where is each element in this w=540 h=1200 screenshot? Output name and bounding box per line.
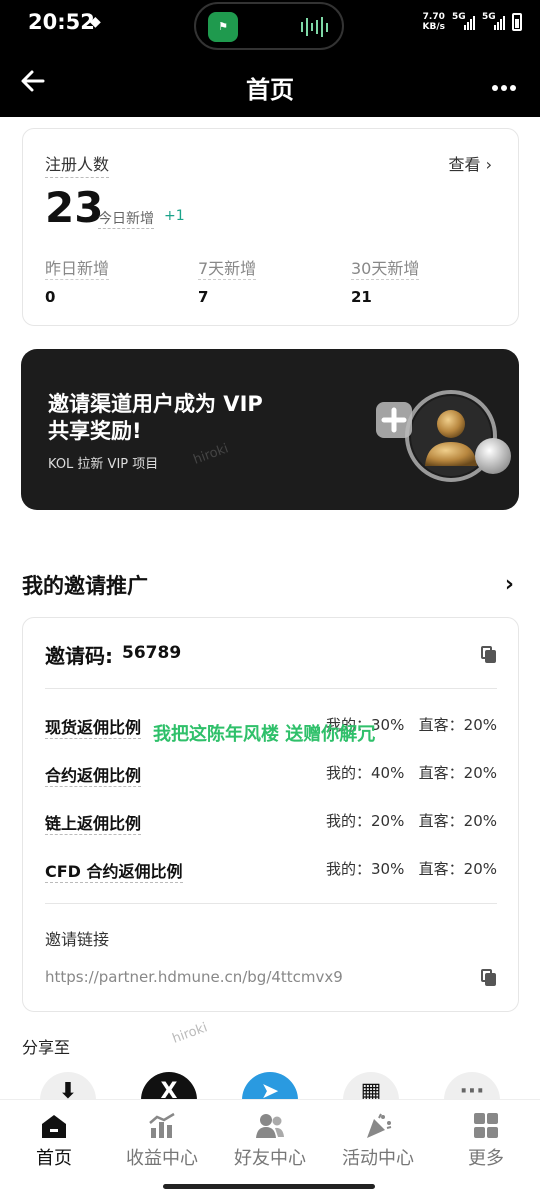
invite-code-label: 邀请码: [45, 644, 113, 668]
network-speed-unit: KB/s [422, 22, 445, 32]
invite-code-value: 56789 [122, 643, 182, 663]
friends-icon [256, 1114, 284, 1138]
rate-values: 我的：20% 直客：20% [326, 812, 497, 830]
signal-icon: 5G [452, 12, 475, 30]
home-indicator[interactable] [163, 1184, 375, 1189]
stack-icon: ◆ [90, 14, 101, 30]
banner-title-line1: 邀请渠道用户成为 VIP [48, 392, 263, 416]
rate-name: 合约返佣比例 [45, 762, 142, 787]
copy-link-icon[interactable] [481, 969, 497, 987]
share-label: 分享至 [22, 1038, 71, 1057]
registrations-count: 23 [45, 183, 104, 232]
add-user-badge-icon [376, 390, 511, 482]
rate-name: CFD 合约返佣比例 [45, 858, 183, 883]
divider [45, 688, 497, 689]
nav-label: 活动中心 [342, 1148, 414, 1169]
section-chevron-right-icon[interactable]: › [505, 572, 514, 597]
more-icon [492, 85, 516, 91]
stat-label: 昨日新增 [45, 255, 110, 280]
stat-value: 21 [351, 288, 372, 306]
nav-item-more[interactable]: 更多 [432, 1100, 540, 1180]
signal-label: 5G [452, 12, 466, 22]
watermark: hiroki [170, 1020, 210, 1047]
invite-link-label: 邀请链接 [45, 930, 110, 949]
rate-name: 链上返佣比例 [45, 810, 142, 835]
copy-code-icon[interactable] [481, 646, 497, 664]
home-icon [42, 1115, 66, 1138]
nav-label: 收益中心 [126, 1148, 198, 1169]
signal-icon-2: 5G [482, 12, 505, 30]
banner-title: 邀请渠道用户成为 VIP 共享奖励! [48, 391, 348, 445]
chart-icon [149, 1112, 175, 1138]
stat-yesterday: 昨日新增 0 [45, 255, 110, 306]
overlay-caption: 我把这陈年风楼 送赠你解冗 [153, 724, 376, 745]
nav-item-events[interactable]: 活动中心 [324, 1100, 432, 1180]
stat-label: 7天新增 [198, 255, 257, 280]
banner-title-line2: 共享奖励! [48, 419, 142, 443]
rate-row-onchain: 链上返佣比例 我的：20% 直客：20% [45, 810, 497, 835]
stat-value: 7 [198, 288, 209, 306]
app-icon: ⚑ [208, 12, 238, 42]
stat-30days: 30天新增 21 [351, 255, 420, 306]
share-row: ⬇ X ➤ ▦ ··· [40, 1072, 500, 1128]
battery-icon [512, 13, 522, 31]
section-title: 我的邀请推广 [22, 574, 148, 598]
watermark: hiroki [191, 441, 231, 468]
dynamic-island: ⚑ [194, 2, 344, 50]
signal-label-2: 5G [482, 12, 496, 22]
rate-row-cfd: CFD 合约返佣比例 我的：30% 直客：20% [45, 858, 497, 883]
rate-name: 现货返佣比例 [45, 714, 142, 739]
today-new-label: 今日新增 [98, 208, 154, 229]
invite-link-value[interactable]: https://partner.hdmune.cn/bg/4ttcmvx9 [45, 968, 343, 986]
network-speed: 7.70 KB/s [423, 12, 445, 32]
rate-values: 我的：30% 直客：20% [326, 860, 497, 878]
network-speed-value: 7.70 [422, 12, 445, 22]
view-label: 查看 [448, 155, 481, 174]
divider [45, 903, 497, 904]
party-icon [367, 1113, 392, 1138]
nav-item-friends[interactable]: 好友中心 [216, 1100, 324, 1180]
nav-item-home[interactable]: 首页 [0, 1100, 108, 1180]
rate-values: 我的：40% 直客：20% [326, 764, 497, 782]
more-button[interactable] [492, 70, 516, 98]
nav-label: 更多 [468, 1148, 504, 1169]
stat-value: 0 [45, 288, 56, 306]
chevron-right-icon: › [485, 155, 492, 174]
vip-invite-banner[interactable]: 邀请渠道用户成为 VIP 共享奖励! KOL 拉新 VIP 项目 hiroki [21, 349, 519, 510]
registrations-card: 注册人数 查看 › 23 今日新增 +1 昨日新增 0 7天新增 7 30天新增… [22, 128, 519, 326]
nav-item-earnings[interactable]: 收益中心 [108, 1100, 216, 1180]
status-indicators: 7.70 KB/s 5G 5G [423, 12, 522, 32]
grid-icon [474, 1113, 498, 1138]
registrations-label: 注册人数 [45, 151, 110, 178]
nav-label: 首页 [36, 1148, 72, 1169]
banner-subtitle: KOL 拉新 VIP 项目 [48, 457, 159, 472]
audio-wave-icon [301, 17, 328, 37]
view-registrations-link[interactable]: 查看 › [448, 151, 492, 175]
nav-label: 好友中心 [234, 1148, 306, 1169]
page: 20:52 ◆ ⚑ 7.70 KB/s 5G 5G 首页 注册人数 查看 › 2… [0, 0, 540, 1200]
stat-label: 30天新增 [351, 255, 420, 280]
status-time: 20:52 [28, 10, 95, 34]
top-bar: 20:52 ◆ ⚑ 7.70 KB/s 5G 5G 首页 [0, 0, 540, 117]
stat-7days: 7天新增 7 [198, 255, 257, 306]
page-title: 首页 [246, 76, 294, 104]
today-new-value: +1 [164, 208, 185, 224]
invite-card: 邀请码: 56789 现货返佣比例 我的：30% 直客：20% 合约返佣比例 我… [22, 617, 519, 1012]
rate-row-contract: 合约返佣比例 我的：40% 直客：20% [45, 762, 497, 787]
